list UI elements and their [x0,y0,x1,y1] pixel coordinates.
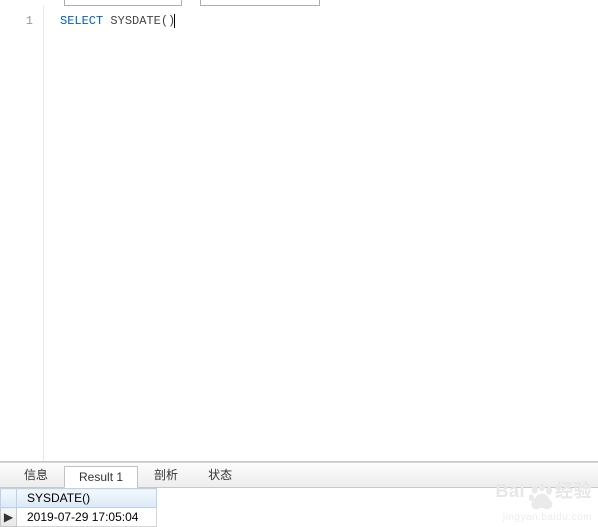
watermark-url: jingyan.baidu.com [495,513,592,523]
watermark: Bai 经验 jingyan.baidu.com [495,482,592,523]
tab-result-1[interactable]: Result 1 [64,466,138,488]
tab-info[interactable]: 信息 [10,465,62,487]
app-root: 1 SELECT SYSDATE() 信息 Result 1 剖析 状态 SYS… [0,0,598,527]
grid-header-row: SYSDATE() [1,489,157,508]
paw-icon [527,482,555,513]
result-grid[interactable]: SYSDATE() ▶ 2019-07-29 17:05:04 [0,488,157,527]
tab-profile[interactable]: 剖析 [140,465,192,487]
sql-editor: 1 SELECT SYSDATE() [0,6,598,462]
line-gutter: 1 [0,6,44,461]
column-header[interactable]: SYSDATE() [17,489,157,508]
watermark-brand-prefix: Bai [495,481,525,501]
cell-value[interactable]: 2019-07-29 17:05:04 [17,508,157,527]
row-marker: ▶ [1,508,17,527]
code-area[interactable]: SELECT SYSDATE() [44,6,598,461]
sql-function: SYSDATE [110,14,160,28]
tab-status[interactable]: 状态 [194,465,246,487]
sql-keyword: SELECT [60,14,103,28]
text-caret [174,14,175,28]
line-number: 1 [0,14,33,28]
watermark-brand-suffix: 经验 [555,481,592,501]
table-row[interactable]: ▶ 2019-07-29 17:05:04 [1,508,157,527]
sql-parens: () [161,14,175,28]
grid-corner [1,489,17,508]
